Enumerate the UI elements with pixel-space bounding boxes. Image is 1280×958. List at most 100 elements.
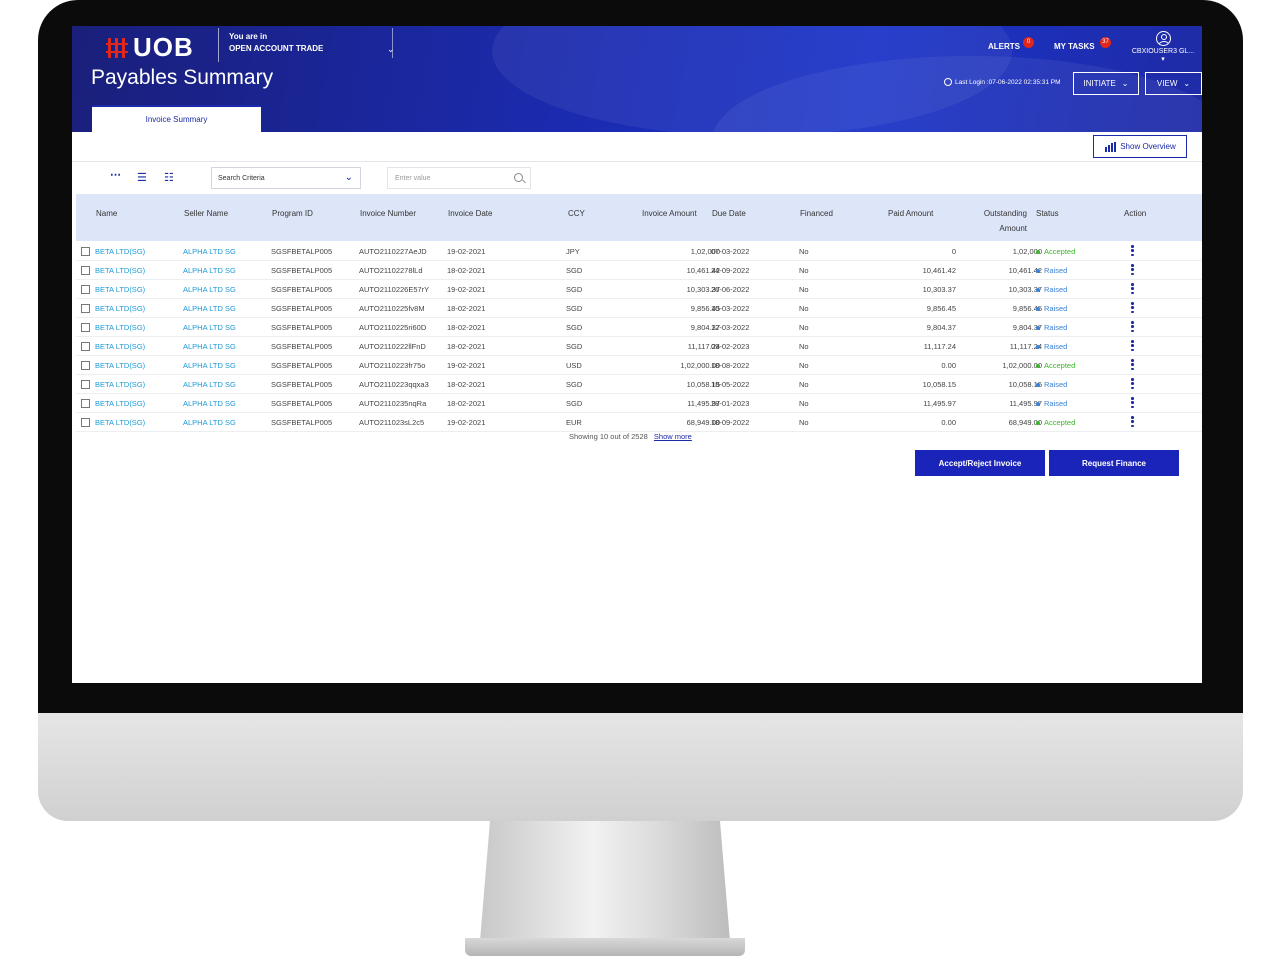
col-status[interactable]: Status <box>1036 206 1059 221</box>
row-checkbox[interactable] <box>81 304 90 313</box>
row-checkbox[interactable] <box>81 323 90 332</box>
table-row[interactable]: BETA LTD(SG) ALPHA LTD SG SGSFBETALP005 AUT… <box>76 375 1202 394</box>
user-chevron-down-icon: ▾ <box>1161 56 1165 63</box>
request-finance-button[interactable]: Request Finance <box>1049 450 1179 476</box>
table-row[interactable]: BETA LTD(SG) ALPHA LTD SG SGSFBETALP005 AUT… <box>76 280 1202 299</box>
user-menu[interactable]: CBXIOUSER3 GL... ▾ <box>1130 31 1196 63</box>
alerts-link[interactable]: ALERTS <box>988 42 1020 51</box>
row-outstanding-amount: 10,303.37 <box>1008 285 1042 294</box>
search-input[interactable]: Enter value <box>387 167 531 189</box>
row-actions-kebab-icon[interactable] <box>1131 359 1134 370</box>
table-row[interactable]: BETA LTD(SG) ALPHA LTD SG SGSFBETALP005 AUT… <box>76 261 1202 280</box>
table-row[interactable]: BETA LTD(SG) ALPHA LTD SG SGSFBETALP005 AUT… <box>76 299 1202 318</box>
row-checkbox[interactable] <box>81 342 90 351</box>
show-more-link[interactable]: Show more <box>654 432 692 441</box>
row-actions-kebab-icon[interactable] <box>1131 397 1134 408</box>
col-invoice-date[interactable]: Invoice Date <box>448 206 492 221</box>
col-name[interactable]: Name <box>96 206 117 221</box>
col-ccy[interactable]: CCY <box>568 206 585 221</box>
row-outstanding-amount: 9,804.37 <box>1012 323 1042 332</box>
uob-logo[interactable]: UOB <box>106 32 194 63</box>
accept-reject-invoice-button[interactable]: Accept/Reject Invoice <box>915 450 1045 476</box>
status-dot-icon <box>1036 249 1040 254</box>
row-seller-name[interactable]: ALPHA LTD SG <box>183 380 236 389</box>
row-seller-name[interactable]: ALPHA LTD SG <box>183 285 236 294</box>
row-name[interactable]: BETA LTD(SG) <box>95 361 145 370</box>
row-name[interactable]: BETA LTD(SG) <box>95 285 145 294</box>
row-checkbox[interactable] <box>81 285 90 294</box>
show-overview-button[interactable]: Show Overview <box>1093 135 1187 158</box>
col-due-date[interactable]: Due Date <box>712 206 746 221</box>
table-row[interactable]: BETA LTD(SG) ALPHA LTD SG SGSFBETALP005 AUT… <box>76 356 1202 375</box>
my-tasks-link[interactable]: MY TASKS <box>1054 42 1095 51</box>
view-button[interactable]: VIEW ⌄ <box>1145 72 1202 95</box>
row-actions-kebab-icon[interactable] <box>1131 283 1134 294</box>
row-invoice-number: AUTO2110223qqxa3 <box>359 380 429 389</box>
row-name[interactable]: BETA LTD(SG) <box>95 266 145 275</box>
table-row[interactable]: BETA LTD(SG) ALPHA LTD SG SGSFBETALP005 AUT… <box>76 413 1202 432</box>
row-actions-kebab-icon[interactable] <box>1131 340 1134 351</box>
table-row[interactable]: BETA LTD(SG) ALPHA LTD SG SGSFBETALP005 AUT… <box>76 318 1202 337</box>
row-checkbox[interactable] <box>81 361 90 370</box>
status-text: Raised <box>1044 380 1068 389</box>
row-actions-kebab-icon[interactable] <box>1131 378 1134 389</box>
col-program-id[interactable]: Program ID <box>272 206 313 221</box>
row-actions-kebab-icon[interactable] <box>1131 302 1134 313</box>
context-chevron-down-icon[interactable]: ⌄ <box>387 44 395 55</box>
clock-icon <box>944 78 952 86</box>
row-seller-name[interactable]: ALPHA LTD SG <box>183 304 236 313</box>
row-seller-name[interactable]: ALPHA LTD SG <box>183 399 236 408</box>
initiate-button[interactable]: INITIATE ⌄ <box>1073 72 1139 95</box>
row-seller-name[interactable]: ALPHA LTD SG <box>183 323 236 332</box>
table-row[interactable]: BETA LTD(SG) ALPHA LTD SG SGSFBETALP005 AUT… <box>76 337 1202 356</box>
row-name[interactable]: BETA LTD(SG) <box>95 247 145 256</box>
row-checkbox[interactable] <box>81 380 90 389</box>
col-outstanding-amount[interactable]: Outstanding Amount <box>976 206 1027 236</box>
search-criteria-select[interactable]: Search Criteria ⌄ <box>211 167 361 189</box>
row-seller-name[interactable]: ALPHA LTD SG <box>183 342 236 351</box>
row-name[interactable]: BETA LTD(SG) <box>95 304 145 313</box>
row-checkbox[interactable] <box>81 418 90 427</box>
column-settings-icon[interactable]: ☷ <box>164 171 174 184</box>
col-invoice-amount[interactable]: Invoice Amount <box>642 206 697 221</box>
row-status: Raised <box>1036 380 1067 389</box>
row-invoice-date: 19-02-2021 <box>447 247 486 256</box>
row-seller-name[interactable]: ALPHA LTD SG <box>183 361 236 370</box>
context-switcher[interactable]: You are in OPEN ACCOUNT TRADE <box>229 31 323 55</box>
row-actions-kebab-icon[interactable] <box>1131 264 1134 275</box>
status-dot-icon <box>1036 420 1040 425</box>
user-avatar-icon <box>1155 31 1171 46</box>
row-ccy: USD <box>566 361 582 370</box>
row-status: Raised <box>1036 399 1067 408</box>
row-actions-kebab-icon[interactable] <box>1131 245 1134 256</box>
row-invoice-date: 18-02-2021 <box>447 342 486 351</box>
row-name[interactable]: BETA LTD(SG) <box>95 418 145 427</box>
row-seller-name[interactable]: ALPHA LTD SG <box>183 247 236 256</box>
list-view-icon[interactable]: ☰ <box>137 171 147 184</box>
col-paid-amount[interactable]: Paid Amount <box>888 206 933 221</box>
row-outstanding-amount: 1,02,000 <box>1012 247 1042 256</box>
row-financed: No <box>799 399 809 408</box>
table-row[interactable]: BETA LTD(SG) ALPHA LTD SG SGSFBETALP005 AUT… <box>76 242 1202 261</box>
row-seller-name[interactable]: ALPHA LTD SG <box>183 418 236 427</box>
row-invoice-number: AUTO2110227AeJD <box>359 247 427 256</box>
row-name[interactable]: BETA LTD(SG) <box>95 380 145 389</box>
col-financed[interactable]: Financed <box>800 206 833 221</box>
row-seller-name[interactable]: ALPHA LTD SG <box>183 266 236 275</box>
row-name[interactable]: BETA LTD(SG) <box>95 399 145 408</box>
row-name[interactable]: BETA LTD(SG) <box>95 323 145 332</box>
status-dot-icon <box>1036 325 1040 330</box>
row-checkbox[interactable] <box>81 399 90 408</box>
more-options-icon[interactable]: ⋯ <box>110 168 121 181</box>
status-text: Accepted <box>1044 361 1076 370</box>
row-actions-kebab-icon[interactable] <box>1131 416 1134 427</box>
search-icon[interactable] <box>514 173 523 182</box>
table-row[interactable]: BETA LTD(SG) ALPHA LTD SG SGSFBETALP005 AUT… <box>76 394 1202 413</box>
row-name[interactable]: BETA LTD(SG) <box>95 342 145 351</box>
row-checkbox[interactable] <box>81 266 90 275</box>
row-checkbox[interactable] <box>81 247 90 256</box>
col-seller-name[interactable]: Seller Name <box>184 206 228 221</box>
tab-invoice-summary[interactable]: Invoice Summary <box>92 105 261 132</box>
col-invoice-number[interactable]: Invoice Number <box>360 206 416 221</box>
row-actions-kebab-icon[interactable] <box>1131 321 1134 332</box>
